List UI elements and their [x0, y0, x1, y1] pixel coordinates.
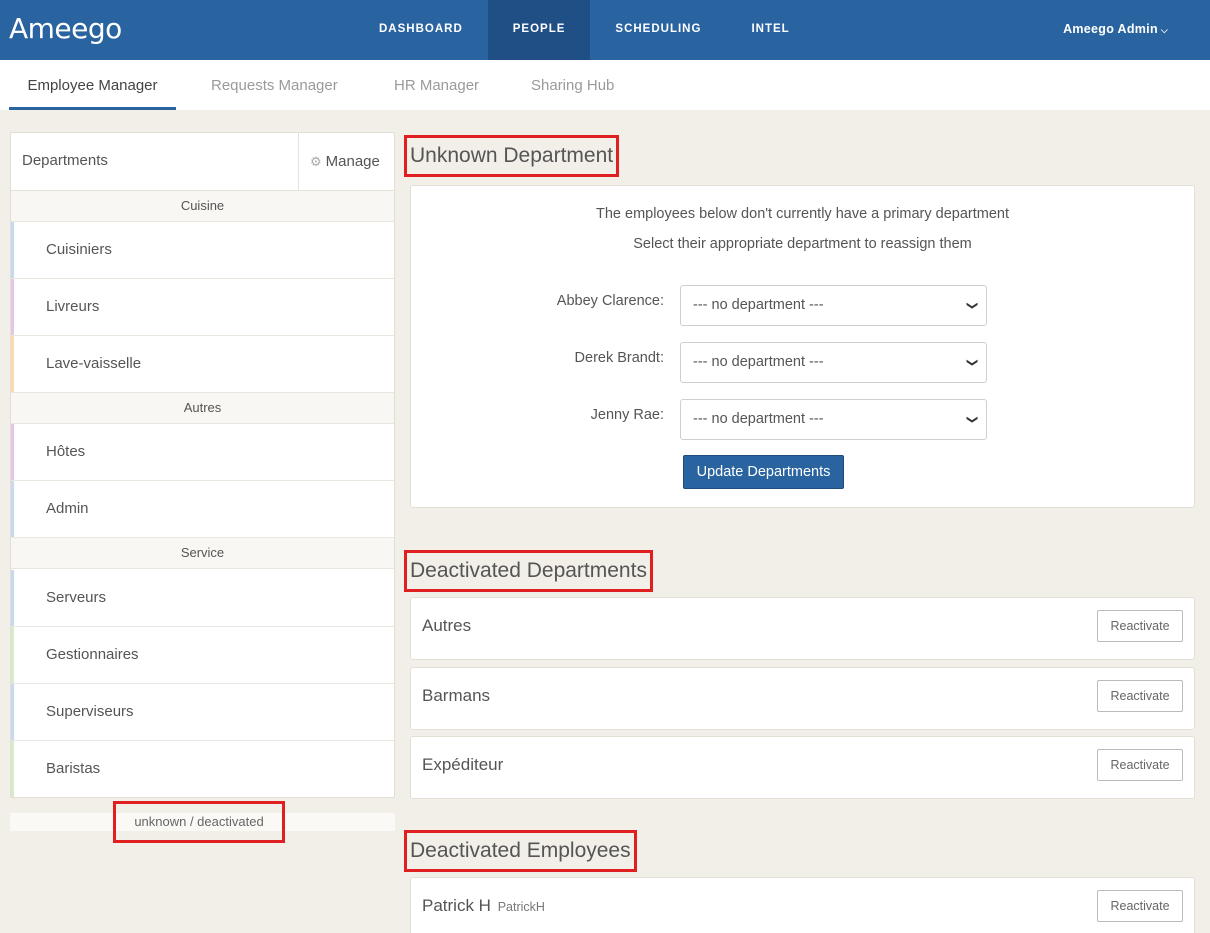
manage-button[interactable]: ⚙ Manage [298, 133, 394, 191]
sidebar-item-serveurs[interactable]: Serveurs [11, 570, 394, 627]
tab-employee-manager[interactable]: Employee Manager [9, 60, 176, 110]
deactivated-employees-heading: Deactivated Employees [404, 830, 637, 872]
department-color-bar [11, 741, 14, 797]
department-name: Cuisiniers [46, 241, 112, 258]
select-value: --- no department --- [693, 411, 824, 427]
sidebar-item-cuisiniers[interactable]: Cuisiniers [11, 222, 394, 279]
unknown-deactivated-link[interactable]: unknown / deactivated [113, 801, 285, 843]
nav-dashboard[interactable]: DASHBOARD [354, 0, 488, 60]
deactivated-departments-heading: Deactivated Departments [404, 550, 653, 592]
department-color-bar [11, 222, 14, 278]
manage-label: Manage [325, 153, 380, 170]
unknown-department-heading: Unknown Department [404, 135, 620, 177]
chevron-down-icon: ❮ [965, 414, 978, 425]
top-navbar: Ameego DASHBOARD PEOPLE SCHEDULING INTEL… [0, 0, 1210, 60]
sidebar-item-superviseurs[interactable]: Superviseurs [11, 684, 394, 741]
department-color-bar [11, 684, 14, 740]
deactivated-department-name: Expéditeur [422, 755, 504, 774]
deactivated-employee-name: Patrick H PatrickH [422, 878, 545, 933]
sidebar-header: Departments ⚙ Manage [11, 133, 394, 191]
department-name: Livreurs [46, 298, 100, 315]
sidebar-item-livreurs[interactable]: Livreurs [11, 279, 394, 336]
tab-hr-manager[interactable]: HR Manager [394, 60, 479, 110]
nav-intel[interactable]: INTEL [726, 0, 814, 60]
user-name: Ameego Admin [1063, 22, 1158, 36]
group-header-autres: Autres [11, 393, 394, 424]
department-name: Superviseurs [46, 703, 134, 720]
reactivate-button[interactable]: Reactivate [1097, 680, 1183, 712]
update-departments-button[interactable]: Update Departments [683, 455, 844, 489]
nav-people[interactable]: PEOPLE [487, 0, 591, 60]
group-header-cuisine: Cuisine [11, 191, 394, 222]
reactivate-button[interactable]: Reactivate [1097, 610, 1183, 642]
sidebar-item-gestionnaires[interactable]: Gestionnaires [11, 627, 394, 684]
department-select-jenny[interactable]: --- no department --- ❮ [680, 399, 987, 440]
department-color-bar [11, 279, 14, 335]
main-nav: DASHBOARD PEOPLE SCHEDULING INTEL [354, 0, 815, 60]
employee-label-abbey: Abbey Clarence: [556, 293, 664, 309]
unknown-message-line1: The employees below don't currently have… [595, 206, 1009, 222]
deactivated-department-row: Barmans Reactivate [410, 667, 1195, 730]
sidebar-item-lave-vaisselle[interactable]: Lave-vaisselle [11, 336, 394, 393]
deactivated-department-row: Expéditeur Reactivate [410, 736, 1195, 799]
employee-full-name: Patrick H [422, 896, 491, 915]
sidebar-item-admin[interactable]: Admin [11, 481, 394, 538]
unknown-department-card: The employees below don't currently have… [410, 185, 1195, 508]
group-header-service: Service [11, 538, 394, 569]
select-value: --- no department --- [693, 354, 824, 370]
department-name: Baristas [46, 760, 101, 777]
sidebar-title: Departments [22, 152, 108, 169]
chevron-down-icon: ⌵ [1160, 25, 1168, 35]
user-menu[interactable]: Ameego Admin ⌵ [1063, 0, 1168, 60]
department-select-abbey[interactable]: --- no department --- ❮ [680, 285, 987, 326]
select-value: --- no department --- [693, 297, 824, 313]
tab-sharing-hub[interactable]: Sharing Hub [531, 60, 614, 110]
chevron-down-icon: ❮ [965, 300, 978, 311]
department-name: Lave-vaisselle [46, 355, 142, 372]
departments-sidebar: Departments ⚙ Manage Cuisine Cuisiniers L… [10, 132, 395, 798]
department-color-bar [11, 481, 14, 537]
reactivate-button[interactable]: Reactivate [1097, 890, 1183, 922]
nav-scheduling[interactable]: SCHEDULING [590, 0, 726, 60]
department-name: Admin [46, 500, 89, 517]
department-name: Gestionnaires [46, 646, 139, 663]
deactivated-employee-row: Patrick H PatrickH Reactivate [410, 877, 1195, 933]
gear-icon: ⚙ [310, 154, 322, 169]
app-logo[interactable]: Ameego [9, 12, 122, 45]
employee-username: PatrickH [497, 900, 545, 914]
department-select-derek[interactable]: --- no department --- ❮ [680, 342, 987, 383]
reactivate-button[interactable]: Reactivate [1097, 749, 1183, 781]
department-color-bar [11, 627, 14, 683]
tab-requests-manager[interactable]: Requests Manager [211, 60, 338, 110]
deactivated-department-name: Autres [422, 616, 472, 635]
sidebar-item-baristas[interactable]: Baristas [11, 741, 394, 798]
chevron-down-icon: ❮ [965, 357, 978, 368]
department-name: Hôtes [46, 443, 86, 460]
logo-text: Ameego [9, 12, 122, 45]
sub-navbar: Employee Manager Requests Manager HR Man… [0, 60, 1210, 110]
department-color-bar [11, 424, 14, 480]
department-color-bar [11, 336, 14, 392]
unknown-message-line2: Select their appropriate department to r… [633, 236, 972, 252]
department-name: Serveurs [46, 589, 107, 606]
employee-label-derek: Derek Brandt: [574, 350, 664, 366]
deactivated-department-name: Barmans [422, 686, 491, 705]
deactivated-department-row: Autres Reactivate [410, 597, 1195, 660]
sidebar-item-hotes[interactable]: Hôtes [11, 424, 394, 481]
employee-label-jenny: Jenny Rae: [590, 407, 664, 423]
department-color-bar [11, 570, 14, 626]
